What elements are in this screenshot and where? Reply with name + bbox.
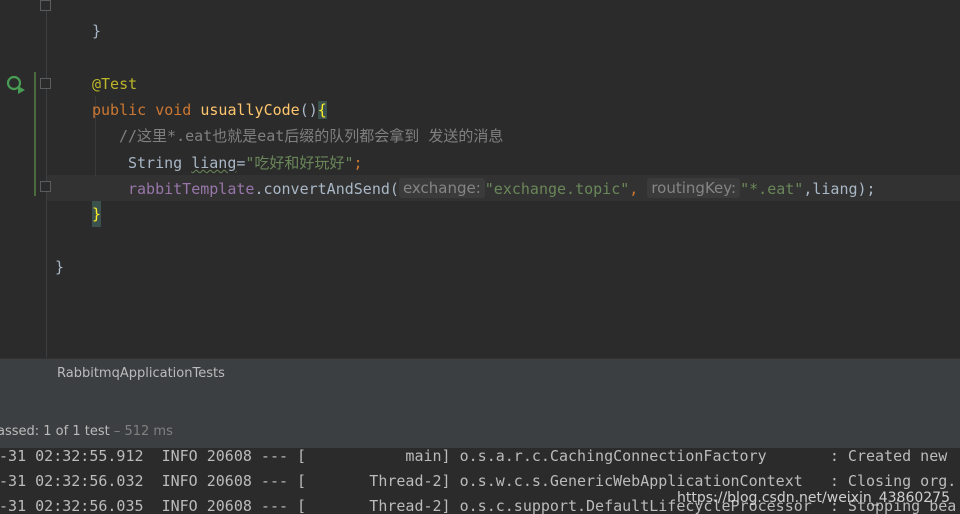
- fold-marker-icon[interactable]: [40, 181, 51, 192]
- test-result-summary: assed: 1 of 1 test – 512 ms: [0, 424, 173, 439]
- code-line[interactable]: //这里*.eat也就是eat后缀的队列都会拿到 发送的消息: [0, 97, 503, 145]
- code-line[interactable]: }: [0, 0, 101, 40]
- test-annotation: @Test: [92, 75, 138, 93]
- variable-liang: liang: [191, 154, 237, 172]
- code-line[interactable]: }: [0, 175, 102, 227]
- fold-marker-icon[interactable]: [40, 78, 51, 89]
- method-close-brace: }: [92, 201, 102, 227]
- keyword-public: public: [92, 101, 147, 119]
- type-string: String: [128, 154, 183, 172]
- code-line[interactable]: rabbitTemplate.convertAndSend(exchange: "…: [0, 150, 876, 198]
- code-comment: //这里*.eat也就是eat后缀的队列都会拿到 发送的消息: [119, 127, 504, 145]
- arg-routing-key: "*.eat": [740, 180, 804, 198]
- semicolon: ;: [353, 154, 363, 172]
- code-line[interactable]: @Test: [0, 45, 137, 93]
- test-duration: – 512 ms: [109, 424, 173, 439]
- keyword-void: void: [155, 101, 192, 119]
- method-parens: (): [299, 101, 318, 119]
- console-log-line: 3-31 02:32:55.912 INFO 20608 --- [ main]…: [0, 448, 948, 465]
- string-declaration: String liang="吃好和好玩好";: [128, 150, 363, 176]
- watermark-url: https://blog.csdn.net/weixin_43860275: [676, 490, 950, 506]
- open-brace: {: [317, 101, 327, 119]
- arg-exchange: "exchange.topic": [484, 180, 630, 198]
- test-status-bar: assed: 1 of 1 test – 512 ms: [0, 388, 960, 448]
- code-line[interactable]: String liang="吃好和好玩好";: [0, 124, 363, 172]
- tests-passed-text: assed: 1 of 1 test: [0, 424, 110, 439]
- string-literal: "吃好和好玩好": [245, 154, 354, 172]
- param-hint-exchange: exchange:: [398, 178, 485, 198]
- code-line[interactable]: public void usuallyCode(){: [0, 71, 327, 119]
- code-line[interactable]: }: [0, 228, 64, 276]
- convert-and-send-call: rabbitTemplate.convertAndSend(exchange: "…: [128, 176, 876, 202]
- param-hint-routing-key: routingKey:: [647, 178, 741, 198]
- method-call: .convertAndSend(: [254, 180, 399, 198]
- arg-tail: ,liang);: [803, 180, 876, 198]
- method-signature: public void usuallyCode(){: [92, 97, 327, 123]
- method-name: usuallyCode: [200, 101, 300, 119]
- run-tab-bar: RabbitmqApplicationTests: [0, 358, 960, 388]
- tab-rabbitmq-application-tests[interactable]: RabbitmqApplicationTests: [57, 366, 225, 381]
- field-rabbit-template: rabbitTemplate: [128, 180, 255, 198]
- class-close-brace: }: [55, 258, 65, 276]
- arg-comma: ,: [629, 180, 639, 198]
- code-editor[interactable]: } @Test public void usuallyCode(){ //这里*…: [0, 0, 960, 358]
- fold-marker-icon[interactable]: [40, 0, 51, 11]
- closing-brace: }: [92, 22, 102, 40]
